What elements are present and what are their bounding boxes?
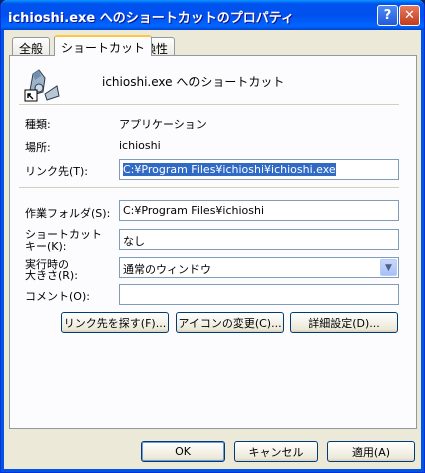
close-button[interactable]: ✕ [399,5,420,26]
tab-shortcut[interactable]: ショートカット [54,35,153,56]
location-label: 場所: [25,141,51,154]
target-input[interactable]: C:¥Program Files¥ichioshi¥ichioshi.exe [119,159,399,180]
workdir-label: 作業フォルダ(S): [25,207,111,220]
help-icon: ? [383,8,392,23]
shortcut-key-value: なし [123,235,145,248]
change-icon-button[interactable]: アイコンの変更(C)... [176,312,284,333]
workdir-input[interactable]: C:¥Program Files¥ichioshi [119,200,399,221]
separator [19,104,399,106]
type-value: アプリケーション [119,118,207,131]
help-button[interactable]: ? [377,5,398,26]
advanced-button[interactable]: 詳細設定(D)... [290,312,398,333]
close-icon: ✕ [404,8,415,23]
find-target-button[interactable]: リンク先を探す(F)... [61,312,169,333]
shortcut-name: ichioshi.exe へのショートカット [102,75,285,89]
target-value: C:¥Program Files¥ichioshi¥ichioshi.exe [123,163,336,176]
title-bar[interactable]: ichioshi.exe へのショートカットのプロパティ ? ✕ [1,0,424,30]
run-size-label-line2: 大きさ(R): [25,269,78,282]
run-size-value: 通常のウィンドウ [123,263,211,276]
location-value: ichioshi [119,139,161,152]
shortcut-file-icon [23,66,61,102]
workdir-value: C:¥Program Files¥ichioshi [123,204,265,217]
type-label: 種類: [25,118,51,131]
comment-input[interactable] [119,284,399,305]
properties-window: ichioshi.exe へのショートカットのプロパティ ? ✕ 全般 ショート… [0,0,425,473]
comment-label: コメント(O): [25,290,90,303]
run-size-select[interactable]: 通常のウィンドウ ▼ [119,257,399,278]
window-frame-left [1,30,4,472]
shortcut-key-input[interactable]: なし [119,229,399,250]
window-title: ichioshi.exe へのショートカットのプロパティ [8,11,294,26]
chevron-down-icon[interactable]: ▼ [380,259,397,276]
cancel-button[interactable]: キャンセル [234,441,318,462]
ok-button[interactable]: OK [141,441,225,462]
target-label: リンク先(T): [25,165,89,178]
apply-button[interactable]: 適用(A) [327,441,415,462]
window-frame-right [421,30,424,472]
tab-general[interactable]: 全般 [12,37,51,56]
shortcut-key-label-line2: キー(K): [25,240,67,253]
window-frame-bottom [1,469,424,472]
separator [19,187,399,189]
